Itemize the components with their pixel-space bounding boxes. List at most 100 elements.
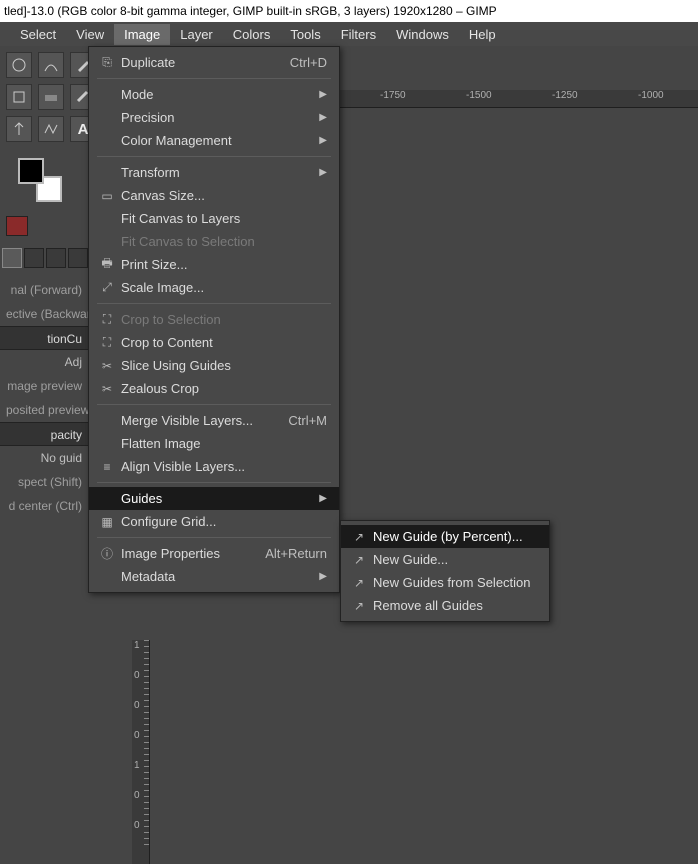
menu-help[interactable]: Help bbox=[459, 24, 506, 45]
menu-item-zealous-crop[interactable]: ✂Zealous Crop bbox=[89, 377, 339, 400]
tool-option-row: nal (Forward) bbox=[0, 278, 88, 302]
menu-item-print-size[interactable]: 🖶Print Size... bbox=[89, 253, 339, 276]
ruler-tick: -1000 bbox=[638, 90, 664, 101]
menu-item-label: Guides bbox=[117, 491, 289, 506]
menu-item-precision[interactable]: Precision ▶ bbox=[89, 106, 339, 129]
fg-color-swatch[interactable] bbox=[18, 158, 44, 184]
menu-item-label: Zealous Crop bbox=[117, 381, 327, 396]
menu-item-metadata[interactable]: Metadata ▶ bbox=[89, 565, 339, 588]
submenu-arrow-icon: ▶ bbox=[319, 571, 327, 582]
menu-item-icon: ✂ bbox=[97, 359, 117, 373]
menu-tools[interactable]: Tools bbox=[280, 24, 330, 45]
menu-item-icon: ✂ bbox=[97, 382, 117, 396]
menu-view[interactable]: View bbox=[66, 24, 114, 45]
menu-item-label: New Guide (by Percent)... bbox=[369, 529, 537, 544]
submenu-arrow-icon: ▶ bbox=[319, 135, 327, 146]
menu-item-label: Crop to Selection bbox=[117, 312, 327, 327]
tool-icon[interactable] bbox=[38, 116, 64, 142]
submenu-arrow-icon: ▶ bbox=[319, 167, 327, 178]
image-menu-dropdown: ⎘DuplicateCtrl+DMode▶Precision▶Color Man… bbox=[88, 46, 340, 593]
menu-item-icon: ⤢ bbox=[97, 280, 117, 295]
tool-options: nal (Forward)ective (Backward)tionCuAdjm… bbox=[0, 278, 88, 518]
tool-option-row[interactable]: tionCu bbox=[0, 326, 88, 350]
menu-item-icon: ≡ bbox=[97, 460, 117, 474]
menu-item-transform[interactable]: Transform▶ bbox=[89, 161, 339, 184]
menu-item-icon: ⛶ bbox=[97, 312, 117, 327]
menu-item-label: Duplicate bbox=[117, 55, 260, 70]
menu-item-configure-grid[interactable]: ▦Configure Grid... bbox=[89, 510, 339, 533]
ruler-vertical: 1000100 bbox=[132, 640, 150, 864]
menu-item-icon: ↗ bbox=[349, 530, 369, 544]
menu-item-crop-to-selection: ⛶Crop to Selection bbox=[89, 308, 339, 331]
menu-item-label: Fit Canvas to Layers bbox=[117, 211, 327, 226]
menu-item-label: Canvas Size... bbox=[117, 188, 327, 203]
menu-item-icon: ⛶ bbox=[97, 335, 117, 350]
ruler-tick: -1250 bbox=[552, 90, 578, 101]
menu-item-mode[interactable]: Mode ▶ bbox=[89, 83, 339, 106]
window-title: tled]-13.0 (RGB color 8-bit gamma intege… bbox=[0, 0, 698, 22]
menu-select[interactable]: Select bbox=[10, 24, 66, 45]
menu-item-label: Precision bbox=[117, 110, 289, 125]
tool-option-row[interactable]: pacity bbox=[0, 422, 88, 446]
menu-item-fit-canvas-to-selection: Fit Canvas to Selection bbox=[89, 230, 339, 253]
menu-item-new-guides-from-selection[interactable]: ↗New Guides from Selection bbox=[341, 571, 549, 594]
menu-item-label: Fit Canvas to Selection bbox=[117, 234, 327, 249]
tool-icon[interactable] bbox=[38, 84, 64, 110]
submenu-arrow-icon: ▶ bbox=[319, 112, 327, 123]
menu-item-accelerator: Ctrl+M bbox=[288, 413, 327, 428]
guides-submenu: ↗New Guide (by Percent)...↗New Guide...↗… bbox=[340, 520, 550, 622]
tool-icon[interactable] bbox=[6, 116, 32, 142]
menu-item-accelerator: Alt+Return bbox=[265, 546, 327, 561]
tool-option-row: posited preview bbox=[0, 398, 88, 422]
menu-item-slice-using-guides[interactable]: ✂Slice Using Guides bbox=[89, 354, 339, 377]
menubar: SelectViewImageLayerColorsToolsFiltersWi… bbox=[0, 22, 698, 46]
menu-item-new-guide[interactable]: ↗New Guide... bbox=[341, 548, 549, 571]
menu-item-guides[interactable]: Guides ▶ bbox=[89, 487, 339, 510]
menu-filters[interactable]: Filters bbox=[331, 24, 386, 45]
tool-icon[interactable] bbox=[6, 84, 32, 110]
menu-layer[interactable]: Layer bbox=[170, 24, 223, 45]
tool-option-row: ective (Backward) bbox=[0, 302, 88, 326]
menu-item-label: Color Management bbox=[117, 133, 289, 148]
menu-item-remove-all-guides[interactable]: ↗Remove all Guides bbox=[341, 594, 549, 617]
submenu-arrow-icon: ▶ bbox=[319, 89, 327, 100]
menu-colors[interactable]: Colors bbox=[223, 24, 281, 45]
menu-item-label: Metadata bbox=[117, 569, 289, 584]
menu-item-icon: ↗ bbox=[349, 599, 369, 613]
menu-item-icon: ▭ bbox=[97, 189, 117, 203]
menu-item-icon: ▦ bbox=[97, 515, 117, 529]
menu-item-crop-to-content[interactable]: ⛶Crop to Content bbox=[89, 331, 339, 354]
tool-icon[interactable] bbox=[6, 52, 32, 78]
panel-tab[interactable] bbox=[24, 248, 44, 268]
menu-item-image-properties[interactable]: ⓘImage PropertiesAlt+Return bbox=[89, 542, 339, 565]
ruler-tick: -1500 bbox=[466, 90, 492, 101]
menu-item-label: Configure Grid... bbox=[117, 514, 327, 529]
menu-item-color-management[interactable]: Color Management ▶ bbox=[89, 129, 339, 152]
tool-option-row: d center (Ctrl) bbox=[0, 494, 88, 518]
menu-item-label: Slice Using Guides bbox=[117, 358, 327, 373]
menu-item-icon: ↗ bbox=[349, 576, 369, 590]
fg-bg-colors[interactable] bbox=[18, 158, 62, 202]
panel-tab[interactable] bbox=[68, 248, 88, 268]
menu-item-new-guide-by-percent[interactable]: ↗New Guide (by Percent)... bbox=[341, 525, 549, 548]
menu-item-label: New Guides from Selection bbox=[369, 575, 537, 590]
menu-item-label: Flatten Image bbox=[117, 436, 327, 451]
menu-image[interactable]: Image bbox=[114, 24, 170, 45]
tool-icon[interactable] bbox=[38, 52, 64, 78]
panel-tab[interactable] bbox=[46, 248, 66, 268]
panel-tab[interactable] bbox=[2, 248, 22, 268]
menu-item-label: Mode bbox=[117, 87, 289, 102]
menu-item-scale-image[interactable]: ⤢Scale Image... bbox=[89, 276, 339, 299]
menu-item-fit-canvas-to-layers[interactable]: Fit Canvas to Layers bbox=[89, 207, 339, 230]
menu-windows[interactable]: Windows bbox=[386, 24, 459, 45]
tool-option-row: Adj bbox=[0, 350, 88, 374]
image-thumbnail[interactable] bbox=[6, 216, 28, 236]
submenu-arrow-icon: ▶ bbox=[319, 493, 327, 504]
menu-item-label: Align Visible Layers... bbox=[117, 459, 327, 474]
menu-item-flatten-image[interactable]: Flatten Image bbox=[89, 432, 339, 455]
menu-item-align-visible-layers[interactable]: ≡Align Visible Layers... bbox=[89, 455, 339, 478]
menu-item-label: Remove all Guides bbox=[369, 598, 537, 613]
menu-item-duplicate[interactable]: ⎘DuplicateCtrl+D bbox=[89, 51, 339, 74]
menu-item-merge-visible-layers[interactable]: Merge Visible Layers...Ctrl+M bbox=[89, 409, 339, 432]
menu-item-canvas-size[interactable]: ▭Canvas Size... bbox=[89, 184, 339, 207]
